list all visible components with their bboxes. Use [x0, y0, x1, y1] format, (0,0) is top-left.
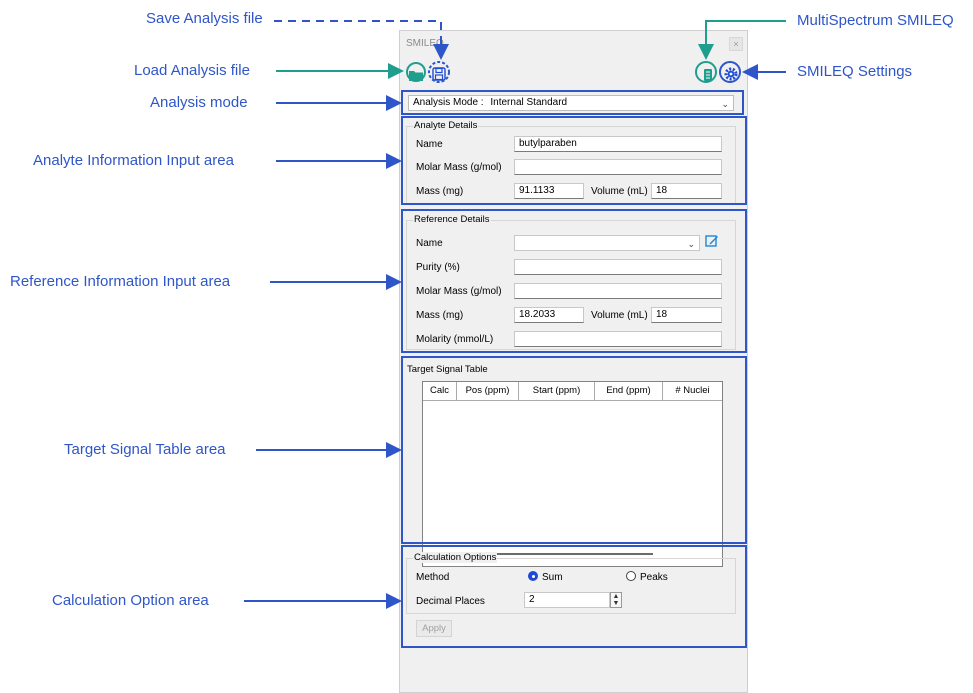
- analyte-mass-label: Mass (mg): [416, 186, 464, 197]
- callout-save-analysis: Save Analysis file: [146, 10, 263, 27]
- reference-purity-field[interactable]: [514, 259, 722, 275]
- callout-analyte-area: Analyte Information Input area: [33, 152, 234, 169]
- analyte-details-title: Analyte Details: [413, 120, 479, 131]
- analyte-molar-mass-field[interactable]: [514, 159, 722, 175]
- column-header-start[interactable]: Start (ppm): [519, 382, 595, 401]
- column-header-nuclei[interactable]: # Nuclei: [663, 382, 722, 401]
- callout-calc-area: Calculation Option area: [52, 592, 209, 609]
- radio-peaks-label: Peaks: [640, 572, 668, 583]
- analyte-name-field[interactable]: butylparaben: [514, 136, 722, 152]
- callout-target-area: Target Signal Table area: [64, 441, 226, 458]
- folder-icon[interactable]: [408, 68, 424, 82]
- reference-mass-field[interactable]: 18.2033: [514, 307, 584, 323]
- reference-volume-label: Volume (mL): [591, 310, 648, 321]
- decimal-places-input[interactable]: 2: [524, 592, 610, 608]
- callout-reference-area: Reference Information Input area: [10, 273, 231, 290]
- reference-purity-label: Purity (%): [416, 262, 460, 273]
- analyte-mass-field[interactable]: 91.1133: [514, 183, 584, 199]
- target-signal-table[interactable]: Calc Pos (ppm) Start (ppm) End (ppm) # N…: [422, 381, 723, 567]
- reference-molar-mass-field[interactable]: [514, 283, 722, 299]
- reference-volume-field[interactable]: 18: [651, 307, 722, 323]
- analysis-mode-select[interactable]: Analysis Mode : Internal Standard ⌄: [408, 95, 734, 111]
- chevron-down-icon: ⌄: [721, 99, 729, 109]
- reference-details-title: Reference Details: [413, 214, 491, 225]
- target-signal-title: Target Signal Table: [406, 364, 489, 375]
- analyte-molar-mass-label: Molar Mass (g/mol): [416, 162, 502, 173]
- radio-peaks[interactable]: [626, 571, 636, 581]
- method-label: Method: [416, 572, 450, 583]
- apply-button[interactable]: Apply: [416, 620, 452, 637]
- callout-settings: SMILEQ Settings: [797, 63, 913, 80]
- close-button[interactable]: ×: [729, 37, 743, 51]
- column-header-pos[interactable]: Pos (ppm): [457, 382, 519, 401]
- analysis-mode-label: Analysis Mode :: [413, 97, 484, 108]
- decimal-places-label: Decimal Places: [416, 596, 485, 607]
- analyte-volume-field[interactable]: 18: [651, 183, 722, 199]
- edit-icon[interactable]: [705, 234, 719, 248]
- decimal-spinner[interactable]: ▲ ▼: [610, 592, 622, 608]
- gear-icon[interactable]: [723, 66, 739, 82]
- calc-options-title: Calculation Options: [413, 552, 498, 563]
- window-title: SMILEQ: [406, 38, 444, 49]
- radio-sum[interactable]: [528, 571, 538, 581]
- reference-name-select[interactable]: ⌄: [514, 235, 700, 251]
- reference-name-label: Name: [416, 238, 443, 249]
- chevron-down-icon: ⌄: [687, 239, 695, 249]
- reference-molarity-label: Molarity (mmol/L): [416, 334, 494, 345]
- column-header-calc[interactable]: Calc: [423, 382, 457, 401]
- column-header-end[interactable]: End (ppm): [595, 382, 663, 401]
- multispectrum-icon[interactable]: [700, 67, 716, 83]
- callout-multispectrum: MultiSpectrum SMILEQ: [797, 12, 954, 29]
- save-icon[interactable]: [431, 66, 447, 82]
- reference-mass-label: Mass (mg): [416, 310, 464, 321]
- reference-molarity-field[interactable]: [514, 331, 722, 347]
- analysis-mode-value: Internal Standard: [490, 97, 568, 108]
- callout-load-analysis: Load Analysis file: [134, 62, 250, 79]
- smileq-window: SMILEQ × Analysis Mode : Internal Standa…: [399, 30, 748, 693]
- reference-molar-mass-label: Molar Mass (g/mol): [416, 286, 502, 297]
- analyte-volume-label: Volume (mL): [591, 186, 648, 197]
- callout-analysis-mode: Analysis mode: [150, 94, 248, 111]
- radio-sum-label: Sum: [542, 572, 563, 583]
- analyte-name-label: Name: [416, 139, 443, 150]
